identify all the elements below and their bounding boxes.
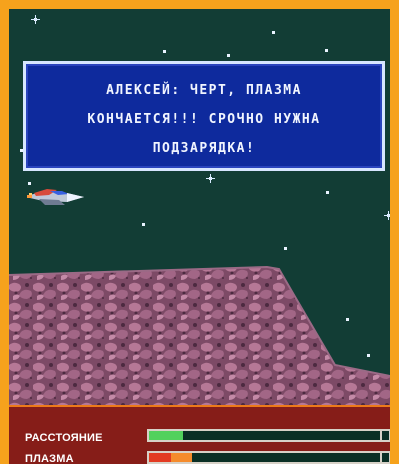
plasma-bar-end <box>380 453 382 462</box>
dialog-text: АЛЕКСЕЙ: ЧЕРТ, ПЛАЗМА КОНЧАЕТСЯ!!! СРОЧН… <box>87 83 321 156</box>
plasma-label: ПЛАЗМА <box>25 453 74 464</box>
star-icon <box>31 15 40 24</box>
dialog-box: АЛЕКСЕЙ: ЧЕРТ, ПЛАЗМА КОНЧАЕТСЯ!!! СРОЧН… <box>23 61 385 171</box>
distance-bar-end <box>380 431 382 440</box>
star-icon <box>325 49 328 52</box>
distance-progress-fill <box>149 431 183 440</box>
star-icon <box>227 54 230 57</box>
star-icon <box>272 31 275 34</box>
distance-progress-bar <box>147 429 390 442</box>
rocky-terrain <box>9 265 390 407</box>
game-frame: АЛЕКСЕЙ: ЧЕРТ, ПЛАЗМА КОНЧАЕТСЯ!!! СРОЧН… <box>0 0 399 464</box>
star-icon <box>326 191 329 194</box>
game-screen: АЛЕКСЕЙ: ЧЕРТ, ПЛАЗМА КОНЧАЕТСЯ!!! СРОЧН… <box>9 9 390 464</box>
status-panel: РАССТОЯНИЕ ПЛАЗМА <box>9 405 390 464</box>
plasma-progress-bar <box>147 451 390 464</box>
star-icon <box>142 223 145 226</box>
plasma-orange-fill <box>171 453 192 462</box>
star-icon <box>384 211 390 220</box>
star-icon <box>284 247 287 250</box>
spaceship-icon <box>27 189 84 205</box>
star-icon <box>163 50 166 53</box>
plasma-red-fill <box>149 453 171 462</box>
distance-label: РАССТОЯНИЕ <box>25 432 103 444</box>
star-icon <box>206 174 215 183</box>
